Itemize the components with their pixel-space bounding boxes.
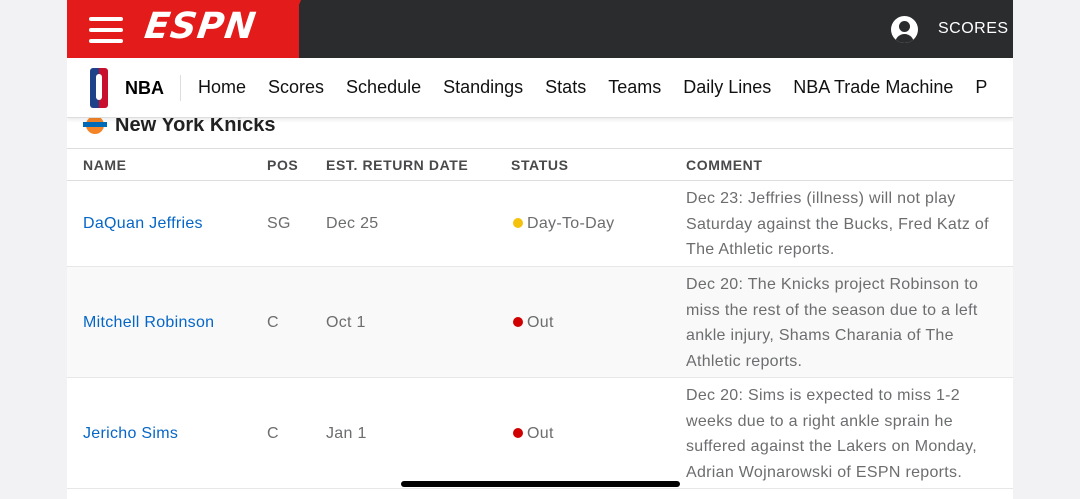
nav-item-more[interactable]: P [975, 77, 987, 98]
league-subnav: NBA Home Scores Schedule Standings Stats… [67, 58, 1013, 118]
status: Out [513, 314, 554, 332]
user-account-icon[interactable] [891, 16, 918, 43]
comment: Dec 20: The Knicks project Robinson to m… [686, 272, 1004, 374]
column-header-pos: POS [267, 157, 299, 173]
player-name-link[interactable]: DaQuan Jeffries [83, 215, 203, 233]
player-position: C [267, 314, 279, 331]
column-header-return-date: EST. RETURN DATE [326, 157, 469, 173]
status: Day-To-Day [513, 215, 614, 233]
nav-item-daily-lines[interactable]: Daily Lines [683, 77, 771, 98]
return-date: Oct 1 [326, 314, 366, 331]
nav-item-teams[interactable]: Teams [608, 77, 661, 98]
return-date: Jan 1 [326, 425, 367, 442]
status: Out [513, 425, 554, 443]
player-name-link[interactable]: Jericho Sims [83, 425, 178, 443]
comment-line: weeks due to a right ankle sprain he [686, 412, 953, 430]
nav-item-stats[interactable]: Stats [545, 77, 586, 98]
table-row: DaQuan Jeffries SG Dec 25 Day-To-Day Dec… [67, 181, 1013, 267]
comment-line: Athletic reports. [686, 352, 803, 370]
nav-divider [180, 75, 181, 101]
comment: Dec 23: Jeffries (illness) will not play… [686, 186, 1004, 263]
nav-item-schedule[interactable]: Schedule [346, 77, 421, 98]
comment-line: miss the rest of the season due to a lef… [686, 301, 978, 319]
status-text: Out [527, 314, 554, 331]
comment-line: Adrian Wojnarowski of ESPN reports. [686, 463, 963, 481]
nav-item-home[interactable]: Home [198, 77, 246, 98]
home-indicator[interactable] [401, 481, 680, 487]
column-header-status: STATUS [511, 157, 569, 173]
top-header: ESPN SCORES [67, 0, 1013, 58]
table-row: Mitchell Robinson C Oct 1 Out Dec 20: Th… [67, 267, 1013, 378]
comment-line: Dec 20: The Knicks project Robinson to [686, 276, 979, 293]
espn-logo[interactable]: ESPN [142, 6, 259, 47]
injury-table-header: NAME POS EST. RETURN DATE STATUS COMMENT [67, 148, 1013, 181]
comment-line: Saturday against the Bucks, Fred Katz of [686, 215, 989, 233]
subnav-items: Home Scores Schedule Standings Stats Tea… [198, 77, 1009, 98]
brand-tail [277, 0, 301, 58]
nba-logo-icon[interactable] [90, 68, 108, 108]
comment-line: ankle injury, Shams Charania of The [686, 327, 954, 344]
column-header-name: NAME [83, 157, 127, 173]
player-name-link[interactable]: Mitchell Robinson [83, 314, 214, 332]
comment-line: Dec 20: Sims is expected to miss 1-2 [686, 387, 961, 404]
comment: Dec 20: Sims is expected to miss 1-2 wee… [686, 383, 1004, 485]
status-dot-icon [513, 218, 523, 228]
nav-item-trade-machine[interactable]: NBA Trade Machine [793, 77, 953, 98]
status-dot-icon [513, 428, 523, 438]
table-row: Jericho Sims C Jan 1 Out Dec 20: Sims is… [67, 378, 1013, 489]
return-date: Dec 25 [326, 215, 379, 232]
player-position: SG [267, 215, 291, 232]
status-dot-icon [513, 317, 523, 327]
column-header-comment: COMMENT [686, 157, 763, 173]
page: ESPN SCORES NBA Home Scores Schedule Sta… [67, 0, 1013, 499]
comment-line: The Athletic reports. [686, 241, 835, 258]
status-text: Day-To-Day [527, 215, 615, 232]
league-label[interactable]: NBA [125, 78, 164, 99]
nav-item-standings[interactable]: Standings [443, 77, 523, 98]
player-position: C [267, 425, 279, 442]
status-text: Out [527, 425, 554, 442]
hamburger-menu-icon[interactable] [89, 17, 123, 43]
nav-item-scores[interactable]: Scores [268, 77, 324, 98]
scores-link[interactable]: SCORES [938, 20, 1009, 38]
comment-line: Dec 23: Jeffries (illness) will not play [686, 190, 956, 207]
comment-line: suffered against the Lakers on Monday, [686, 438, 977, 455]
